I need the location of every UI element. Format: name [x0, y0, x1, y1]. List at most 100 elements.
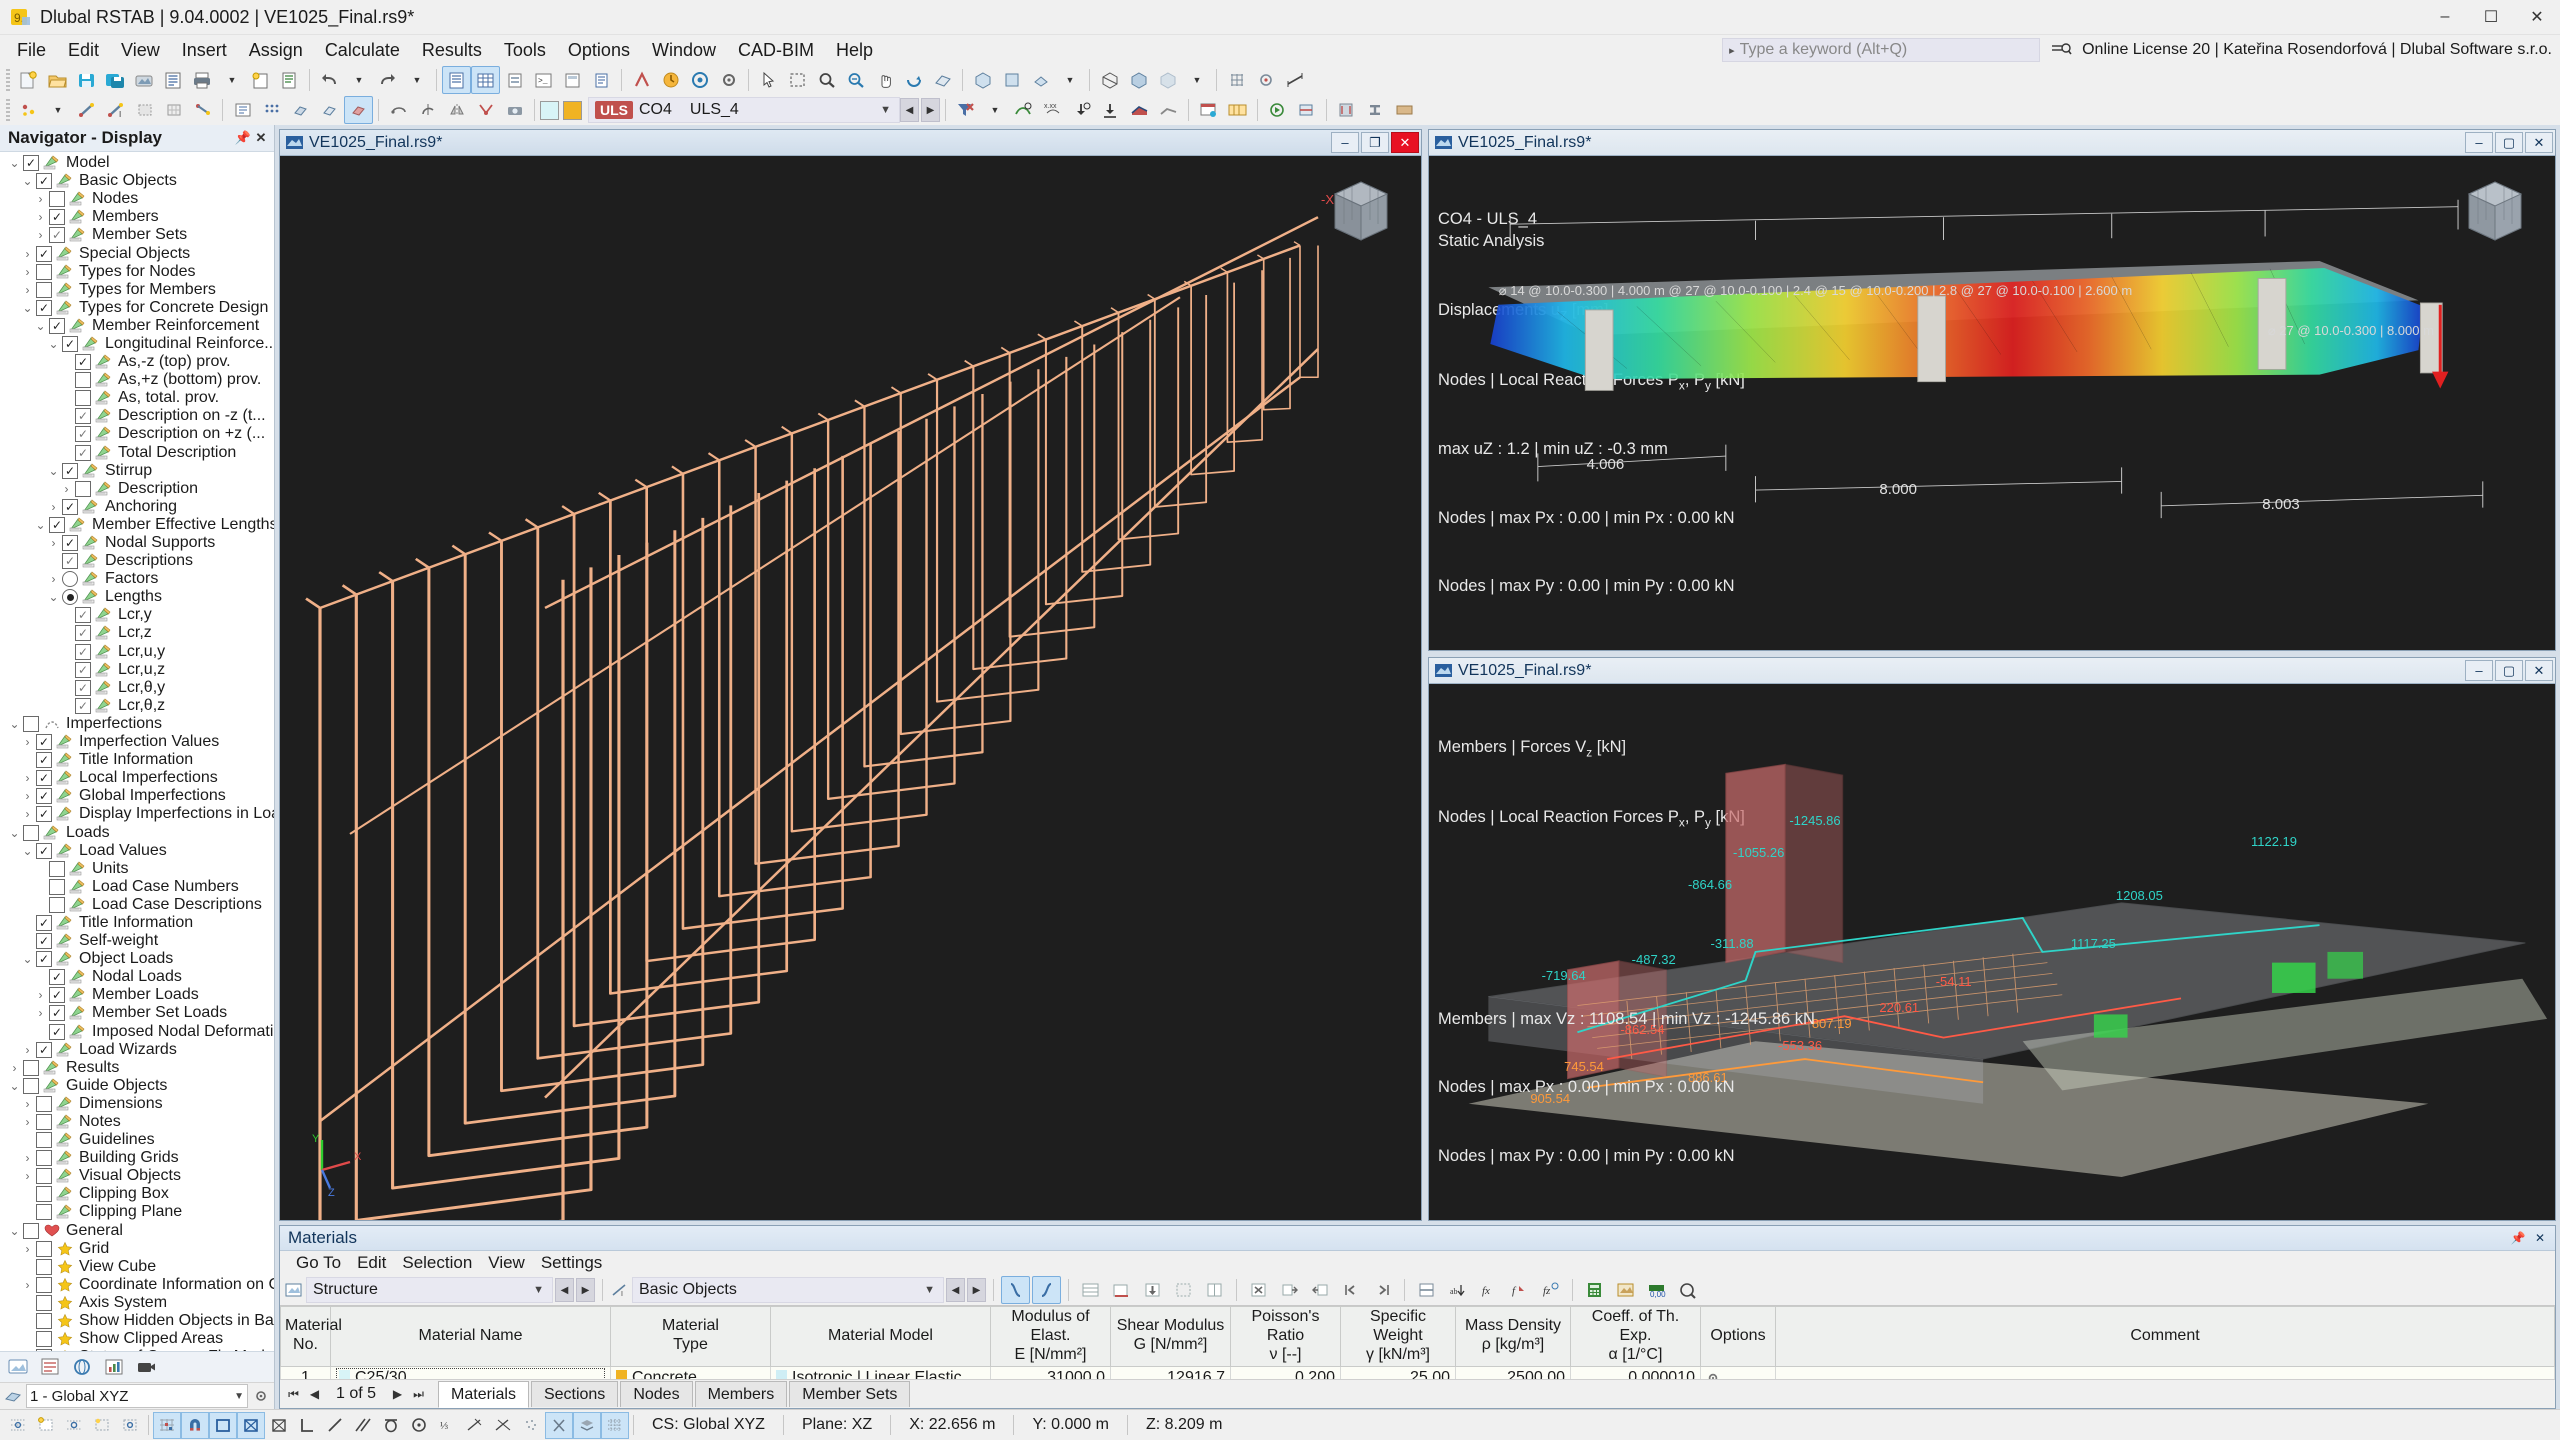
tree-checkbox[interactable]: ✓ — [36, 842, 52, 859]
tree-checkbox[interactable]: ✓ — [36, 788, 52, 805]
filter-dropdown-icon[interactable]: ▼ — [980, 96, 1009, 124]
structure-next-button[interactable]: ▶ — [576, 1278, 595, 1302]
tree-checkbox[interactable] — [36, 1240, 52, 1257]
tree-expander[interactable] — [19, 1349, 36, 1351]
tree-item-guidelines[interactable]: Guidelines — [0, 1131, 274, 1149]
status-object-snap-icon[interactable] — [237, 1411, 265, 1439]
tree-expander[interactable] — [19, 933, 36, 950]
mirror-objects-icon[interactable] — [442, 96, 471, 124]
tree-expander[interactable] — [58, 679, 75, 696]
tree-item-total-description[interactable]: ✓ Total Description — [0, 444, 274, 462]
tree-item-imperfections[interactable]: ⌄ Imperfections — [0, 715, 274, 733]
tree-checkbox[interactable] — [36, 1168, 52, 1185]
tree-item-lcr-z[interactable]: ✓ Lcr,θ,z — [0, 697, 274, 715]
menu-calculate[interactable]: Calculate — [314, 36, 411, 65]
status-new-grid-icon[interactable] — [32, 1412, 60, 1439]
tree-expander[interactable]: ⌄ — [19, 299, 36, 316]
cell-material-name[interactable]: C25/30 — [330, 1365, 611, 1379]
tree-checkbox[interactable]: ✓ — [36, 933, 52, 950]
tree-checkbox[interactable]: ✓ — [75, 426, 91, 443]
tree-expander[interactable] — [58, 661, 75, 678]
tree-item-as-z-top-prov[interactable]: ✓ As,-z (top) prov. — [0, 353, 274, 371]
column-header-11[interactable]: Comment — [1775, 1306, 2555, 1367]
tree-item-grid[interactable]: › Grid — [0, 1240, 274, 1258]
tree-expander[interactable]: › — [19, 1114, 36, 1131]
tree-expander[interactable] — [58, 697, 75, 714]
deformation-view-restore[interactable]: ▢ — [2495, 132, 2523, 153]
table-delete-row-icon[interactable] — [1107, 1276, 1136, 1304]
table-split-icon[interactable] — [1412, 1276, 1441, 1304]
maximize-button[interactable]: ☐ — [2468, 0, 2514, 34]
tree-item-show-hidden-objects-in-backg[interactable]: Show Hidden Objects in Backg... — [0, 1312, 274, 1330]
table-insert-row-icon[interactable] — [1138, 1276, 1167, 1304]
render-wireframe-icon[interactable] — [1095, 66, 1124, 94]
tree-expander[interactable]: ⌄ — [6, 1222, 23, 1239]
tree-item-nodes[interactable]: › Nodes — [0, 190, 274, 208]
tree-item-title-information[interactable]: ✓ Title Information — [0, 914, 274, 932]
tree-checkbox[interactable]: ✓ — [75, 679, 91, 696]
tree-expander[interactable] — [32, 969, 49, 986]
tree-checkbox[interactable] — [36, 1114, 52, 1131]
tab-sections[interactable]: Sections — [530, 1381, 619, 1407]
detail-panel-icon[interactable] — [587, 66, 616, 94]
insert-member-2-icon[interactable]: I — [101, 96, 130, 124]
tree-checkbox[interactable]: ✓ — [75, 697, 91, 714]
loadcase-next-button[interactable]: ▶ — [921, 98, 940, 122]
menu-assign[interactable]: Assign — [238, 36, 314, 65]
camera-icon[interactable] — [500, 96, 529, 124]
tree-checkbox[interactable]: ✓ — [49, 969, 65, 986]
tree-item-types-for-members[interactable]: › Types for Members — [0, 281, 274, 299]
select-objects-icon[interactable] — [754, 66, 783, 94]
render-solid-icon[interactable] — [1124, 66, 1153, 94]
cross-section-icon[interactable] — [1292, 96, 1321, 124]
model-view-minimize[interactable]: – — [1331, 132, 1359, 153]
tree-expander[interactable]: ⌄ — [32, 317, 49, 334]
result-min-icon[interactable] — [1096, 96, 1125, 124]
status-snap-object-icon[interactable] — [60, 1412, 88, 1439]
prev-page-button[interactable]: ◀ — [305, 1384, 324, 1405]
status-layers-icon[interactable] — [573, 1411, 601, 1439]
tree-expander[interactable]: › — [19, 245, 36, 262]
tree-checkbox[interactable] — [36, 1186, 52, 1203]
navigator-tree[interactable]: ⌄ ✓ Model ⌄ ✓ Basic Objects › Nodes › ✓ Member… — [0, 152, 274, 1351]
last-page-button[interactable]: ⏭ — [409, 1384, 428, 1405]
tree-checkbox[interactable]: ✓ — [62, 462, 78, 479]
tree-expander[interactable] — [58, 444, 75, 461]
tree-expander[interactable] — [58, 390, 75, 407]
tree-item-members[interactable]: › ✓ Members — [0, 208, 274, 226]
tree-item-axis-system[interactable]: Axis System — [0, 1294, 274, 1312]
tree-item-descriptions[interactable]: ✓ Descriptions — [0, 552, 274, 570]
tree-expander[interactable]: › — [19, 788, 36, 805]
plane-combo[interactable]: 1 - Global XYZ ▼ — [26, 1384, 248, 1408]
deformation-3d-canvas[interactable]: CO4 - ULS_4 Static Analysis Displacement… — [1429, 156, 2555, 651]
tree-checkbox[interactable]: ✓ — [49, 1005, 65, 1022]
tree-expander[interactable]: ⌄ — [6, 715, 23, 732]
insert-support-icon[interactable] — [188, 96, 217, 124]
column-header-6[interactable]: Poisson's Ratio ν [--] — [1230, 1306, 1341, 1367]
column-header-2[interactable]: Material Type — [610, 1306, 771, 1367]
tree-checkbox[interactable]: ✓ — [23, 155, 39, 172]
divide-member-icon[interactable] — [471, 96, 500, 124]
tree-checkbox[interactable] — [36, 1150, 52, 1167]
render-transparent-icon[interactable] — [1153, 66, 1182, 94]
tree-expander[interactable]: › — [45, 535, 62, 552]
tree-item-show-clipped-areas[interactable]: Show Clipped Areas — [0, 1330, 274, 1348]
menu-edit[interactable]: Edit — [57, 36, 110, 65]
table-close-icon[interactable] — [1244, 1276, 1273, 1304]
perspective-icon[interactable] — [928, 66, 957, 94]
cell-poisson-ratio[interactable]: 0.200 — [1230, 1365, 1341, 1379]
tree-item-description-on-z-t[interactable]: ✓ Description on -z (t... — [0, 407, 274, 425]
status-point-cloud-icon[interactable] — [517, 1412, 545, 1439]
tree-checkbox[interactable]: ✓ — [75, 444, 91, 461]
save-model-icon[interactable] — [72, 66, 101, 94]
tree-item-factors[interactable]: › Factors — [0, 570, 274, 588]
undo-dropdown-icon[interactable]: ▼ — [344, 66, 373, 94]
insert-mesh-icon[interactable] — [159, 96, 188, 124]
zoom-window-icon[interactable] — [812, 66, 841, 94]
materials-data-table[interactable]: Material No. Material Name Material Type Mate… — [280, 1306, 2555, 1379]
tree-expander[interactable] — [58, 625, 75, 642]
menu-insert[interactable]: Insert — [171, 36, 238, 65]
tree-checkbox[interactable]: ✓ — [62, 553, 78, 570]
column-header-9[interactable]: Coeff. of Th. Exp. α [1/°C] — [1570, 1306, 1701, 1367]
cell-comment[interactable] — [1775, 1365, 2555, 1379]
